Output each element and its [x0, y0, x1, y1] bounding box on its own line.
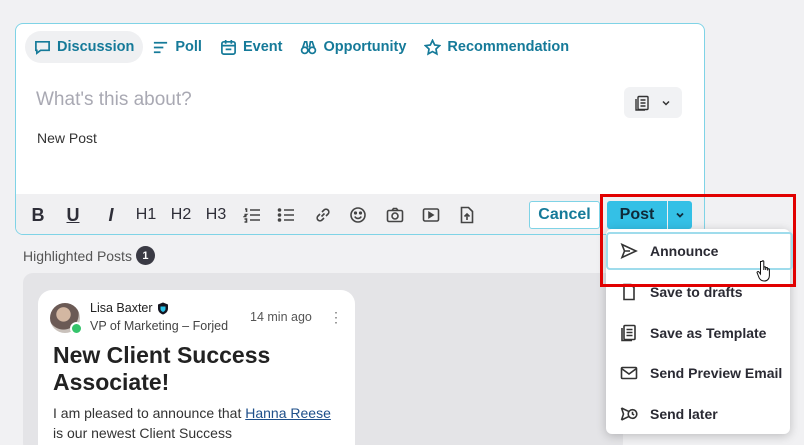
numbered-list-button[interactable] [241, 194, 263, 234]
link-button[interactable] [312, 194, 334, 234]
highlighted-posts-header: Highlighted Posts 1 [23, 246, 155, 265]
chat-bubble-icon [35, 40, 50, 55]
author-name[interactable]: Lisa Baxter [90, 301, 153, 315]
video-button[interactable] [420, 194, 442, 234]
schedule-send-icon [620, 407, 638, 421]
tab-event[interactable]: Event [211, 31, 292, 63]
status-badge [70, 322, 83, 335]
italic-button[interactable]: I [102, 194, 120, 234]
menu-item-save-as-template[interactable]: Save as Template [606, 313, 790, 353]
numbered-list-icon [243, 208, 260, 223]
menu-item-send-preview-email[interactable]: Send Preview Email [606, 353, 790, 393]
author-line: Lisa Baxter [90, 301, 169, 315]
heading2-button[interactable]: H2 [168, 194, 194, 234]
tab-discussion[interactable]: Discussion [25, 31, 144, 63]
video-icon [422, 208, 440, 222]
bold-button[interactable]: B [29, 194, 47, 234]
cancel-button[interactable]: Cancel [529, 201, 600, 229]
poll-bars-icon [154, 41, 168, 53]
heading3-button[interactable]: H3 [203, 194, 229, 234]
upload-file-button[interactable] [456, 194, 478, 234]
binoculars-icon [301, 40, 317, 54]
composer-tabs: Discussion Poll Event Opportunity Recomm… [25, 31, 578, 63]
calendar-icon [220, 39, 236, 55]
heading1-button[interactable]: H1 [133, 194, 159, 234]
email-icon [620, 366, 638, 380]
emoji-button[interactable] [347, 194, 369, 234]
more-options-icon[interactable]: ⋮ [329, 309, 343, 326]
post-time: 14 min ago [250, 310, 312, 324]
tab-opportunity[interactable]: Opportunity [291, 31, 415, 63]
author-role: VP of Marketing – Forjed [90, 319, 229, 333]
camera-icon [386, 207, 404, 223]
post-card[interactable]: Lisa Baxter VP of Marketing – Forjed 14 … [38, 290, 355, 445]
title-input[interactable] [36, 86, 456, 114]
template-icon [635, 95, 649, 111]
link-icon [316, 208, 330, 222]
bullet-list-icon [277, 208, 294, 222]
star-icon [424, 38, 442, 56]
verified-shield-icon [157, 302, 168, 314]
upload-file-icon [460, 206, 474, 224]
chevron-down-icon [662, 100, 670, 106]
tab-recommendation[interactable]: Recommendation [415, 31, 578, 63]
image-button[interactable] [384, 194, 406, 234]
emoji-icon [350, 207, 366, 223]
post-body-editor[interactable]: New Post [37, 130, 97, 146]
bullet-list-button[interactable] [275, 194, 297, 234]
highlighted-posts-label: Highlighted Posts [23, 247, 132, 264]
template-picker-button[interactable] [624, 87, 682, 118]
mention-link[interactable]: Hanna Reese [245, 405, 331, 421]
hand-pointer-cursor-icon [756, 260, 770, 282]
post-title: New Client Success Associate! [53, 342, 271, 395]
underline-button[interactable]: U [64, 194, 82, 234]
menu-item-send-later[interactable]: Send later [606, 394, 790, 434]
count-badge: 1 [135, 246, 155, 265]
template-icon [621, 324, 636, 342]
tab-poll[interactable]: Poll [143, 31, 211, 63]
post-body: I am pleased to announce that Hanna Rees… [53, 405, 331, 441]
